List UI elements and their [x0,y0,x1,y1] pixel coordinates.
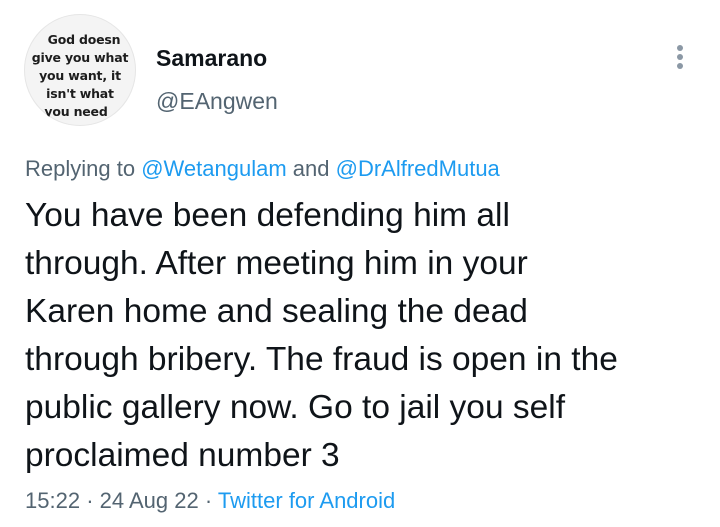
tweet-source-link[interactable]: Twitter for Android [218,488,395,513]
avatar-text-line: you need [44,104,108,119]
mention-link[interactable]: @DrAlfredMutua [336,156,500,181]
tweet-text-line: You have been defending him all [25,197,510,234]
avatar-text-line: God doesn [47,32,121,47]
mention-link[interactable]: @Wetangulam [141,156,286,181]
tweet-date[interactable]: 24 Aug 22 [100,488,199,513]
avatar-text-line: you want, it [39,68,121,83]
tweet-text-line: Karen home and sealing the dead [25,293,528,330]
more-options-icon[interactable] [666,40,694,74]
tweet-text-line: proclaimed number 3 [25,437,340,474]
tweet-text-line: public gallery now. Go to jail you self [25,389,566,426]
display-name[interactable]: Samarano [156,45,267,72]
dot [677,54,683,60]
dot [677,63,683,69]
separator: · [86,488,94,513]
replying-to: Replying to @Wetangulam and @DrAlfredMut… [25,156,500,182]
replying-to-label: Replying to [25,156,136,181]
tweet-card: God doesn give you what you want, it isn… [0,0,720,527]
tweet-text-line: through. After meeting him in your [25,245,528,282]
tweet-text: You have been defending him all through.… [25,192,705,480]
avatar-text-line: isn't what [46,86,114,101]
user-handle[interactable]: @EAngwen [156,88,278,115]
separator: · [204,488,213,513]
dot [677,45,683,51]
avatar-text-line: give you what [31,50,129,65]
tweet-meta: 15:22 · 24 Aug 22 · Twitter for Android [25,488,395,514]
tweet-text-line: through bribery. The fraud is open in th… [25,341,618,378]
tweet-time[interactable]: 15:22 [25,488,80,513]
replying-to-conjunction: and [292,156,330,181]
avatar[interactable]: God doesn give you what you want, it isn… [24,14,136,126]
